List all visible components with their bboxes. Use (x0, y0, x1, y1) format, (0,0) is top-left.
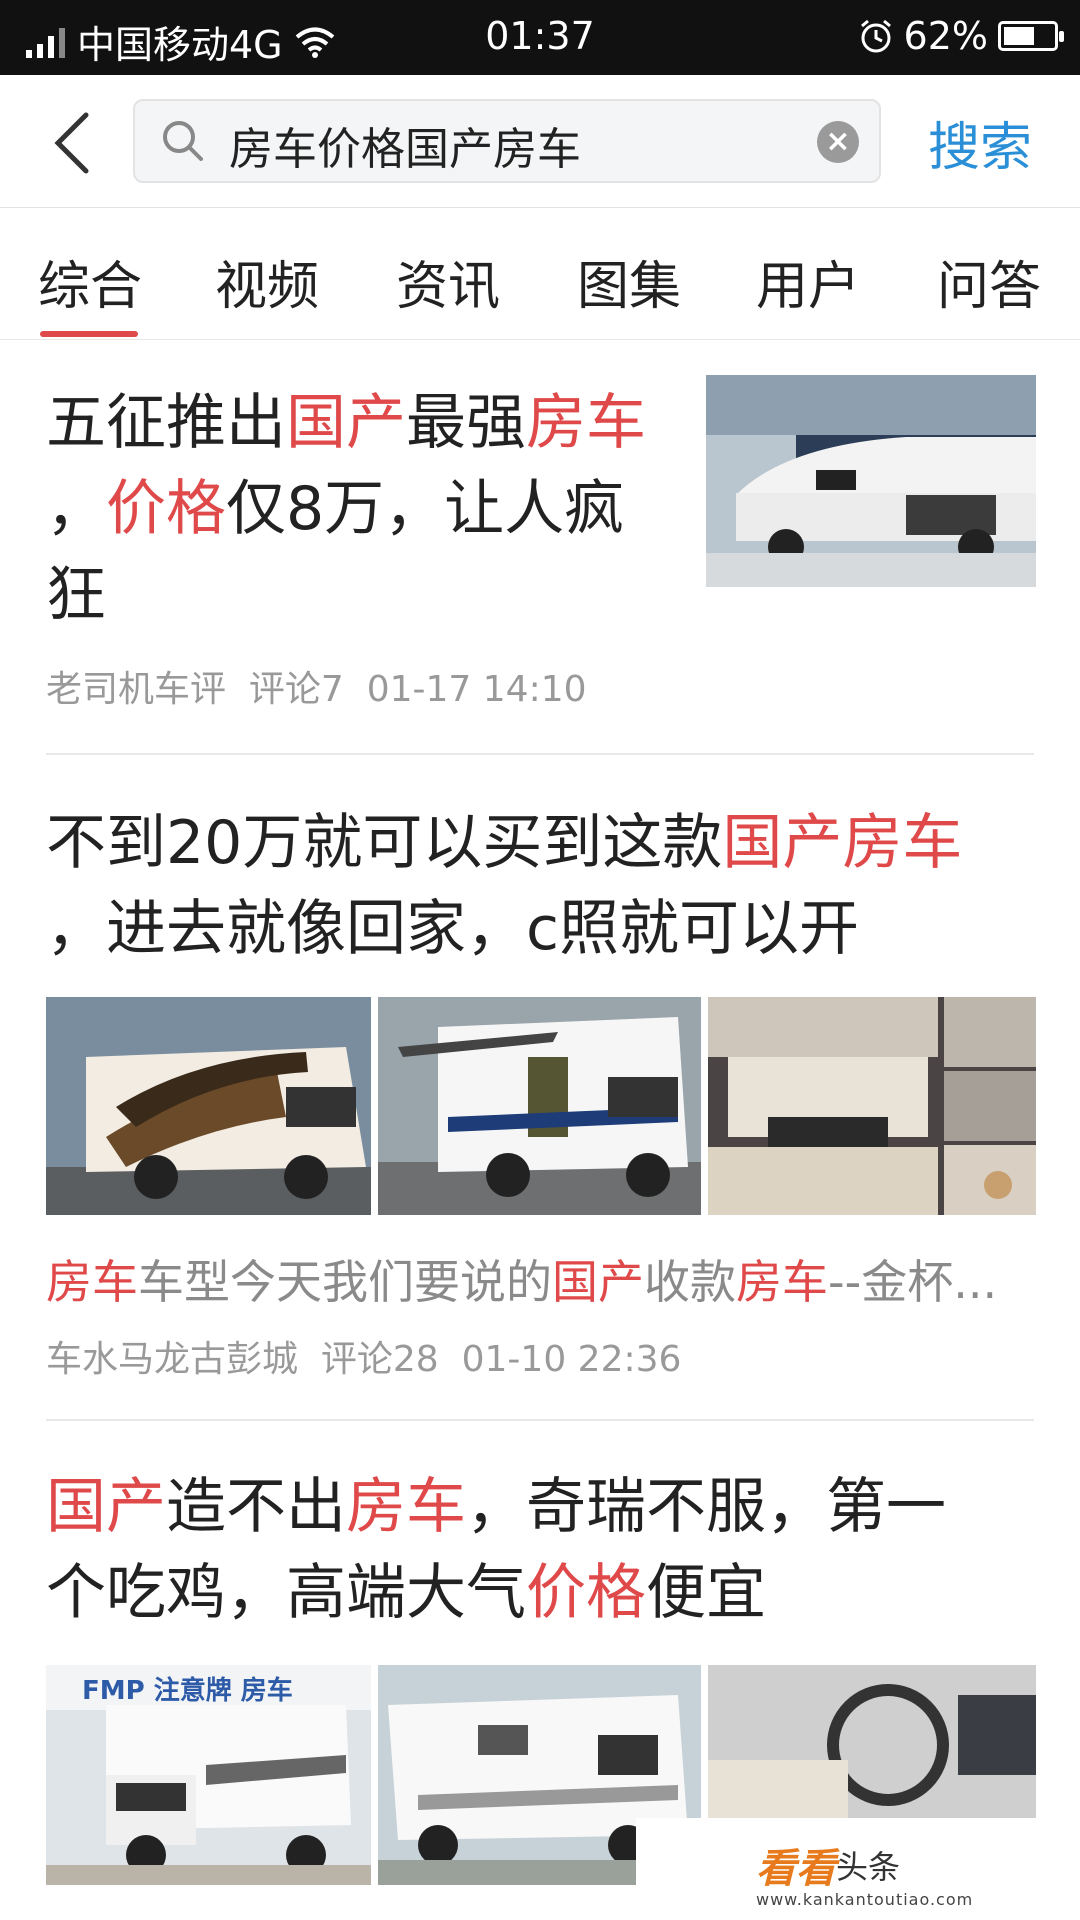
comment-count: 评论7 (248, 669, 344, 710)
article-thumbnail[interactable] (706, 375, 1036, 587)
status-bar: 中国移动4G 01:37 62% (0, 0, 1080, 75)
clear-icon[interactable]: × (817, 121, 859, 163)
article-image-2[interactable] (378, 997, 701, 1215)
category-tabs: 综合 视频 资讯 图集 用户 问答 (0, 208, 1080, 340)
article-meta: 老司机车评 评论7 01-17 14:10 (46, 660, 587, 712)
search-query-text[interactable]: 房车价格国产房车 (229, 113, 581, 177)
article-title[interactable]: 五征推出国产最强房车 ，价格仅8万，让人疯狂 (46, 380, 686, 638)
active-tab-indicator (40, 331, 138, 337)
alarm-icon (860, 19, 891, 53)
author-name[interactable]: 老司机车评 (46, 669, 226, 710)
battery-icon (998, 21, 1064, 51)
divider (46, 1419, 1034, 1421)
publish-time: 01-17 14:10 (366, 669, 587, 710)
watermark-url: www.kankantoutiao.com (756, 1890, 974, 1909)
divider (46, 753, 1034, 755)
article-image-1[interactable]: FMP 注意牌 房车 (46, 1665, 371, 1885)
tab-users[interactable]: 用户 (756, 244, 860, 319)
publish-time: 01-10 22:36 (461, 1339, 682, 1380)
tab-news[interactable]: 资讯 (396, 244, 500, 319)
tab-qa[interactable]: 问答 (937, 244, 1041, 319)
article-meta: 车水马龙古彭城 评论28 01-10 22:36 (46, 1330, 681, 1382)
watermark-logo: 看看 头条 www.kankantoutiao.com (636, 1818, 1080, 1920)
tab-gallery[interactable]: 图集 (577, 244, 681, 319)
author-name[interactable]: 车水马龙古彭城 (46, 1339, 298, 1380)
comment-count: 评论28 (320, 1339, 439, 1380)
article-image-1[interactable] (46, 997, 371, 1215)
watermark-brand-2: 头条 (836, 1848, 901, 1886)
search-header: 房车价格国产房车 × 搜索 (0, 75, 1080, 208)
article-title[interactable]: 不到20万就可以买到这款国产房车 ，进去就像回家，c照就可以开 (46, 800, 1046, 972)
article-summary: 房车车型今天我们要说的国产收款房车--金杯... (46, 1255, 998, 1309)
article-image-3[interactable] (708, 997, 1036, 1215)
article-title[interactable]: 国产造不出房车，奇瑞不服，第一 个吃鸡，高端大气价格便宜 (46, 1464, 1046, 1636)
battery-percent: 62% (903, 14, 988, 58)
image-sign-text: FMP 注意牌 房车 (82, 1675, 293, 1706)
article-image-3[interactable] (708, 1665, 1036, 1820)
search-icon (163, 121, 203, 161)
watermark-brand: 看看 (756, 1846, 836, 1892)
search-button[interactable]: 搜索 (928, 105, 1032, 180)
back-arrow-icon[interactable] (48, 103, 108, 183)
tab-video[interactable]: 视频 (215, 244, 319, 319)
tab-comprehensive[interactable]: 综合 (38, 244, 142, 319)
search-input[interactable]: 房车价格国产房车 × (133, 99, 881, 183)
